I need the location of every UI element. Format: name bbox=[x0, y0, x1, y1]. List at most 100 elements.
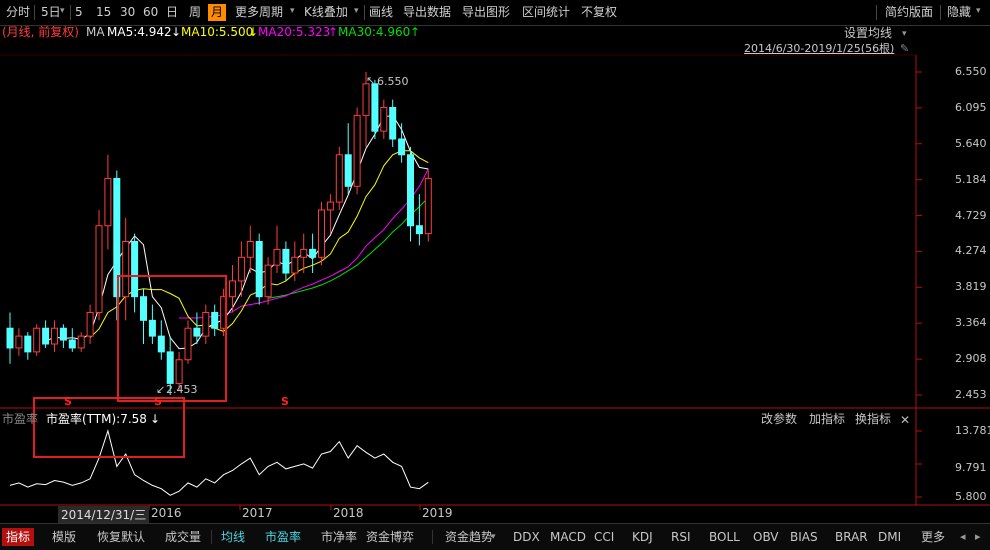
tab-fund-trend[interactable]: 资金趋势 bbox=[441, 528, 497, 546]
candle-down bbox=[193, 327, 201, 337]
indicator-tab-bar: 指标 模版 恢复默认 成交量 均线 市盈率 市净率 资金博弈 资金趋势 ▾ DD… bbox=[0, 523, 990, 550]
candle-down bbox=[415, 225, 423, 235]
year-label: 2019 bbox=[422, 506, 453, 520]
candle-up bbox=[237, 256, 245, 282]
candle-down bbox=[6, 327, 14, 349]
tab-rsi[interactable]: RSI bbox=[667, 528, 695, 546]
year-label: 2017 bbox=[242, 506, 273, 520]
candles bbox=[6, 72, 432, 395]
indicator-side-label: 市盈率 bbox=[2, 412, 39, 426]
price-axis-label: 6.550 bbox=[955, 65, 987, 78]
tab-kdj[interactable]: KDJ bbox=[628, 528, 657, 546]
candle-up bbox=[202, 311, 210, 337]
price-axis-label: 4.274 bbox=[955, 244, 987, 258]
candle-down bbox=[140, 296, 147, 321]
tab-pe[interactable]: 市盈率 bbox=[261, 528, 305, 546]
candle-up bbox=[380, 106, 388, 132]
candle-up bbox=[300, 248, 308, 258]
candle-up bbox=[104, 177, 112, 227]
candle-down bbox=[59, 327, 67, 341]
price-axis-label: 2.453 bbox=[955, 388, 987, 401]
candle-up bbox=[424, 177, 432, 235]
price-gridlines bbox=[916, 71, 922, 396]
candle-down bbox=[148, 319, 156, 337]
candle-down bbox=[255, 241, 263, 298]
change-indicator-button[interactable]: 换指标 bbox=[855, 411, 891, 428]
candle-up bbox=[33, 327, 41, 353]
ma30-polyline bbox=[268, 197, 429, 299]
price-axis-label: 2.908 bbox=[955, 352, 987, 366]
tab-indicator[interactable]: 指标 bbox=[2, 528, 35, 546]
candle-down bbox=[211, 311, 219, 329]
pe-axis-label: 13.781 bbox=[955, 424, 990, 437]
candle-down bbox=[344, 154, 352, 187]
pe-title: 市盈率(TTM):7.58 bbox=[46, 412, 147, 426]
price-axis-label: 6.095 bbox=[955, 100, 987, 114]
pe-axis-label: 9.791 bbox=[955, 461, 987, 474]
candle-up bbox=[335, 154, 343, 203]
ma5-line bbox=[45, 114, 429, 350]
high-price-label: 6.550 bbox=[377, 75, 409, 88]
candle-down bbox=[371, 83, 379, 132]
axis-ticks bbox=[148, 430, 922, 510]
tab-macd[interactable]: MACD bbox=[546, 528, 590, 546]
tab-more[interactable]: 更多 bbox=[917, 528, 949, 546]
candle-up bbox=[86, 311, 94, 337]
candle-up bbox=[246, 241, 254, 258]
candle-up bbox=[273, 248, 281, 266]
add-indicator-button[interactable]: 加指标 bbox=[809, 411, 845, 428]
pe-line bbox=[9, 428, 429, 496]
tab-bias[interactable]: BIAS bbox=[786, 528, 822, 546]
chevron-right-icon[interactable]: ▸ bbox=[975, 530, 981, 543]
candle-up bbox=[175, 359, 183, 384]
tab-brar[interactable]: BRAR bbox=[831, 528, 872, 546]
candle-down bbox=[389, 106, 397, 140]
candle-down bbox=[407, 154, 414, 227]
candle-up bbox=[15, 335, 23, 349]
candle-down bbox=[157, 335, 165, 353]
edit-params-button[interactable]: 改参数 bbox=[761, 411, 797, 428]
candle-up bbox=[184, 327, 192, 361]
price-axis-label: 3.819 bbox=[955, 280, 987, 294]
candle-up bbox=[326, 201, 334, 211]
candle-down bbox=[398, 138, 406, 156]
tab-template[interactable]: 模版 bbox=[48, 528, 80, 546]
tab-pb[interactable]: 市净率 bbox=[317, 528, 361, 546]
candle-up bbox=[318, 209, 325, 258]
candle-up bbox=[95, 225, 103, 313]
tab-ddx[interactable]: DDX bbox=[509, 528, 544, 546]
year-label: 2018 bbox=[333, 506, 364, 520]
pe-polyline bbox=[9, 428, 429, 496]
chevron-down-icon[interactable]: ▾ bbox=[491, 532, 496, 542]
tab-dmi[interactable]: DMI bbox=[874, 528, 905, 546]
kline-chart[interactable]: ↖ 6.550 ↙ 2.453 S S S bbox=[0, 0, 990, 549]
tab-restore-default[interactable]: 恢复默认 bbox=[93, 528, 149, 546]
tab-fund-game[interactable]: 资金博弈 bbox=[362, 528, 418, 546]
price-axis-label: 5.184 bbox=[955, 172, 987, 186]
candle-down bbox=[131, 241, 139, 298]
tab-cci[interactable]: CCI bbox=[590, 528, 618, 546]
candle-up bbox=[362, 83, 370, 116]
s-marker: S bbox=[154, 395, 162, 408]
s-marker: S bbox=[281, 395, 289, 408]
candle-up bbox=[51, 327, 58, 345]
candle-up bbox=[291, 256, 299, 274]
s-marker: S bbox=[64, 395, 72, 408]
candle-down bbox=[166, 351, 174, 384]
low-price-label: 2.453 bbox=[166, 383, 198, 396]
arrow-down-icon: ↓ bbox=[150, 412, 161, 426]
close-icon[interactable]: ✕ bbox=[900, 413, 910, 427]
candle-down bbox=[282, 248, 290, 274]
candle-down bbox=[24, 335, 32, 353]
price-axis-label: 4.729 bbox=[955, 208, 987, 222]
candle-down bbox=[42, 327, 50, 345]
candle-down bbox=[309, 248, 317, 258]
candle-up bbox=[122, 241, 130, 298]
tab-volume[interactable]: 成交量 bbox=[161, 528, 205, 546]
tab-obv[interactable]: OBV bbox=[749, 528, 783, 546]
tab-boll[interactable]: BOLL bbox=[705, 528, 744, 546]
pe-axis-label: 5.800 bbox=[955, 490, 987, 503]
tab-ma[interactable]: 均线 bbox=[217, 528, 249, 546]
chevron-left-icon[interactable]: ◂ bbox=[960, 530, 966, 543]
price-axis-label: 3.364 bbox=[955, 316, 987, 330]
